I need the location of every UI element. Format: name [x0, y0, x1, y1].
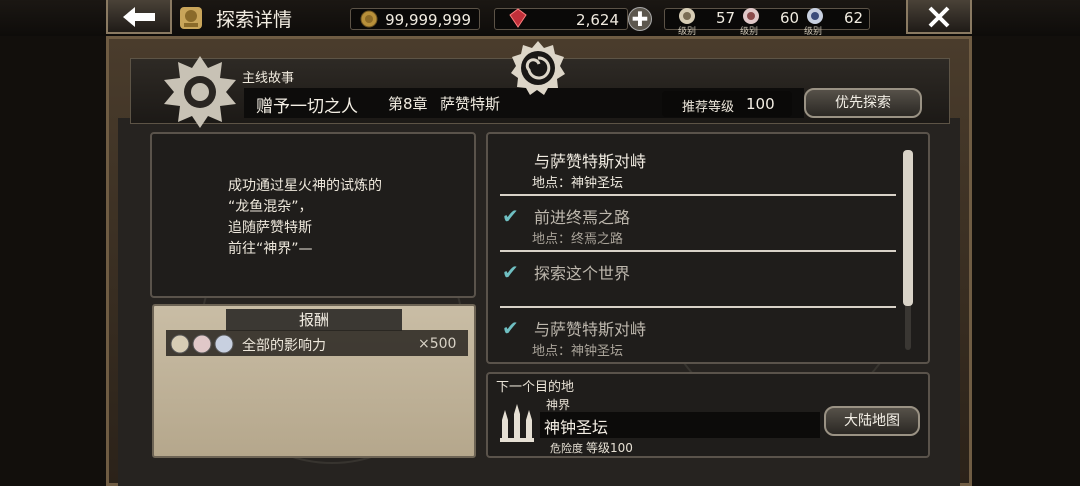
- gem-value: 2,624: [576, 11, 619, 29]
- objective-separator: [500, 306, 896, 308]
- scroll-icon: [176, 4, 206, 32]
- gold-value: 99,999,999: [385, 11, 471, 29]
- objective-title-2: 前进终焉之路: [534, 208, 631, 227]
- quest-category: 主线故事: [242, 71, 295, 86]
- close-button[interactable]: [906, 0, 972, 34]
- quest-chapter-title: 萨赞特斯: [440, 95, 501, 113]
- gem-icon: [506, 8, 530, 32]
- add-gems-button[interactable]: ✚: [628, 7, 652, 31]
- back-arrow-icon: [123, 7, 155, 27]
- level-value-3: 62: [844, 9, 864, 27]
- description-line-1: 成功通过星火神的试炼的: [228, 178, 382, 194]
- destination-region: 神界: [546, 398, 571, 412]
- close-icon: [928, 6, 950, 28]
- objective-title-3: 探索这个世界: [534, 264, 631, 283]
- objectives-scrollbar-thumb[interactable]: [903, 150, 913, 306]
- objective-separator: [500, 194, 896, 196]
- quest-description: 成功通过星火神的试炼的 “龙鱼混杂”， 追随萨赞特斯 前往“神界”—: [228, 176, 382, 260]
- danger-level: 等级100: [586, 441, 633, 455]
- objective-location-2: 地点：终焉之路: [532, 232, 624, 247]
- gold-coin-icon: [360, 10, 378, 32]
- world-map-button[interactable]: 大陆地图: [824, 406, 920, 436]
- recommended-label: 推荐等级: [682, 100, 735, 115]
- quest-chapter: 第8章: [388, 95, 428, 113]
- reward-amount: ×500: [418, 336, 457, 352]
- check-icon: ✔: [502, 204, 519, 228]
- reward-name: 全部的影响力: [242, 338, 326, 354]
- quest-name: 赠予一切之人: [256, 97, 358, 117]
- level-value-1: 57: [716, 9, 736, 27]
- objective-title-1: 与萨赞特斯对峙: [534, 152, 647, 171]
- next-destination-label: 下一个目的地: [496, 380, 575, 395]
- influence-icons: [170, 333, 236, 359]
- spiral-emblem-icon: [510, 40, 566, 100]
- danger-label: 危险度: [550, 442, 583, 455]
- reward-title: 报酬: [226, 309, 402, 331]
- description-line-3: 追随萨赞特斯: [228, 220, 312, 236]
- objective-title-4: 与萨赞特斯对峙: [534, 320, 647, 339]
- page-title: 探索详情: [216, 9, 293, 31]
- level-emblem-icon-1: [676, 6, 698, 26]
- description-line-4: 前往“神界”—: [228, 241, 313, 257]
- objective-location-1: 地点：神钟圣坛: [532, 176, 624, 191]
- back-button[interactable]: [106, 0, 172, 34]
- main-story-crest-icon: [160, 54, 240, 134]
- description-line-2: “龙鱼混杂”，: [228, 199, 313, 215]
- objective-location-4: 地点：神钟圣坛: [532, 344, 624, 359]
- priority-explore-button[interactable]: 优先探索: [804, 88, 922, 118]
- destination-name: 神钟圣坛: [544, 418, 609, 437]
- check-icon: ✔: [502, 316, 519, 340]
- check-icon: ✔: [502, 260, 519, 284]
- recommended-level: 100: [746, 95, 775, 113]
- shrine-icon: [498, 404, 536, 448]
- objective-separator: [500, 250, 896, 252]
- level-emblem-icon-3: [804, 6, 826, 26]
- level-emblem-icon-2: [740, 6, 762, 26]
- level-value-2: 60: [780, 9, 800, 27]
